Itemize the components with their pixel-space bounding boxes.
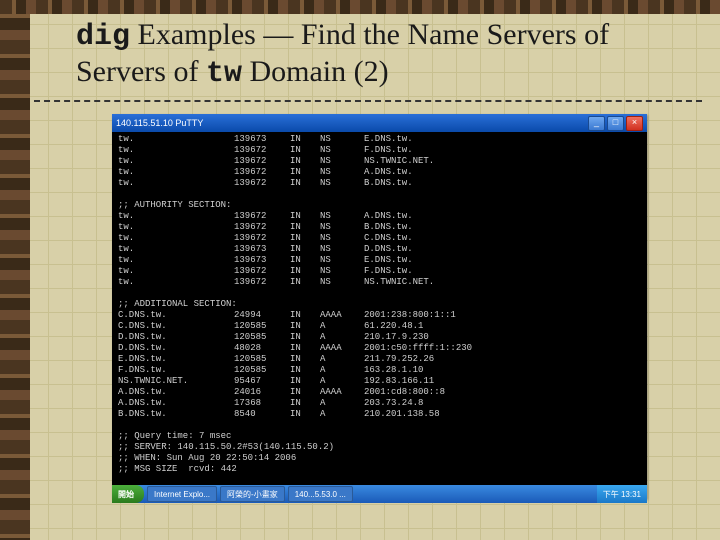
taskbar-item-ie[interactable]: Internet Explo... — [147, 486, 217, 502]
title-cmd: dig — [76, 20, 130, 54]
taskbar-item-putty[interactable]: 140...5.53.0 ... — [288, 486, 353, 502]
window-title: 140.115.51.10 PuTTY — [116, 118, 586, 128]
system-tray[interactable]: 下午 13:31 — [597, 485, 647, 503]
start-button[interactable]: 開始 — [112, 485, 144, 503]
slide-title: dig Examples — Find the Name Servers of … — [76, 18, 609, 91]
terminal-output[interactable]: tw.139673INNSE.DNS.tw.tw.139672INNSF.DNS… — [112, 132, 647, 485]
title-divider — [34, 100, 702, 102]
windows-taskbar[interactable]: 開始 Internet Explo... 阿榮的-小畫家 140...5.53.… — [112, 485, 647, 503]
minimize-button[interactable]: _ — [588, 116, 605, 131]
close-button[interactable]: × — [626, 116, 643, 131]
titlebar[interactable]: 140.115.51.10 PuTTY _ □ × — [112, 114, 647, 132]
putty-window: 140.115.51.10 PuTTY _ □ × tw.139673INNSE… — [112, 114, 647, 499]
title-domain: tw — [206, 57, 242, 91]
maximize-button[interactable]: □ — [607, 116, 624, 131]
slide-top-edge — [0, 0, 720, 14]
taskbar-item-paint[interactable]: 阿榮的-小畫家 — [220, 486, 285, 502]
tray-clock: 下午 13:31 — [603, 489, 641, 500]
slide-left-edge — [0, 0, 30, 540]
